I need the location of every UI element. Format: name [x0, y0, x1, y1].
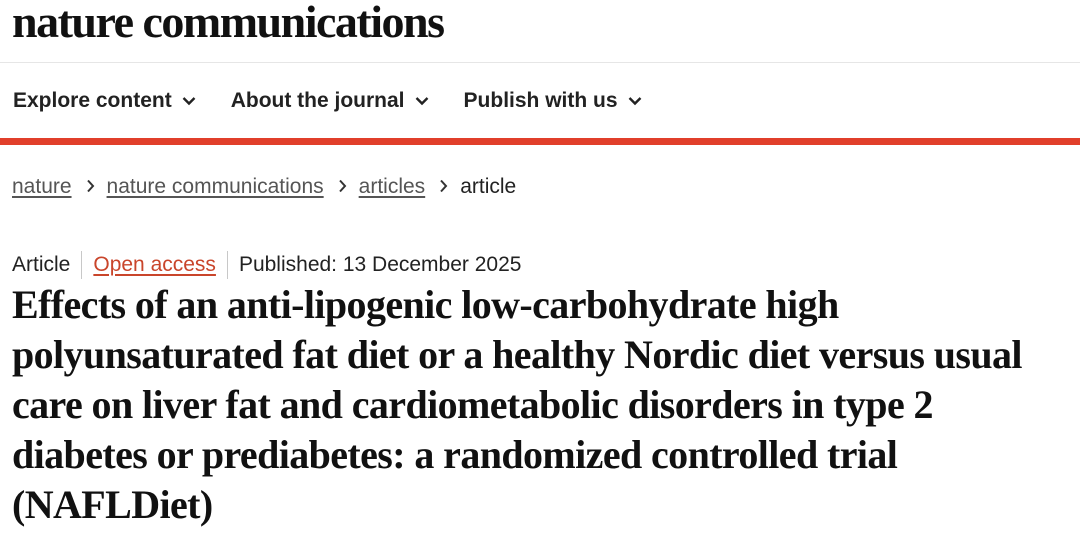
- chevron-down-icon: [415, 88, 429, 112]
- article-type: Article: [12, 253, 71, 276]
- breadcrumb-current: article: [460, 175, 517, 198]
- site-header: nature communications: [0, 0, 1080, 63]
- breadcrumb-link-nature-communications[interactable]: nature communications: [107, 175, 324, 199]
- meta-divider: [226, 251, 228, 279]
- nav-publish-with-us[interactable]: Publish with us: [464, 89, 642, 113]
- accent-bar: [0, 138, 1080, 145]
- open-access-link[interactable]: Open access: [93, 253, 216, 277]
- nav-item-label: Explore content: [13, 88, 172, 112]
- chevron-right-icon: [338, 175, 347, 199]
- article-meta: Article Open access Published: 13 Decemb…: [12, 250, 521, 280]
- meta-divider: [81, 251, 83, 279]
- nav-item-label: About the journal: [230, 88, 405, 112]
- nav-about-journal[interactable]: About the journal: [231, 89, 429, 113]
- site-logo[interactable]: nature communications: [12, 0, 445, 50]
- published-date: Published: 13 December 2025: [238, 253, 522, 276]
- chevron-down-icon: [628, 88, 642, 112]
- breadcrumb-link-articles[interactable]: articles: [359, 175, 426, 199]
- chevron-down-icon: [182, 88, 196, 112]
- nav-item-label: Publish with us: [463, 88, 618, 112]
- article-title: Effects of an anti-lipogenic low-carbohy…: [12, 282, 1022, 527]
- nav-explore-content[interactable]: Explore content: [13, 89, 196, 113]
- breadcrumb-link-nature[interactable]: nature: [12, 175, 72, 199]
- main-nav: Explore content About the journal Publis…: [0, 63, 1080, 138]
- breadcrumb: nature nature communications articles ar…: [12, 172, 516, 202]
- chevron-right-icon: [86, 175, 95, 199]
- chevron-right-icon: [439, 175, 448, 199]
